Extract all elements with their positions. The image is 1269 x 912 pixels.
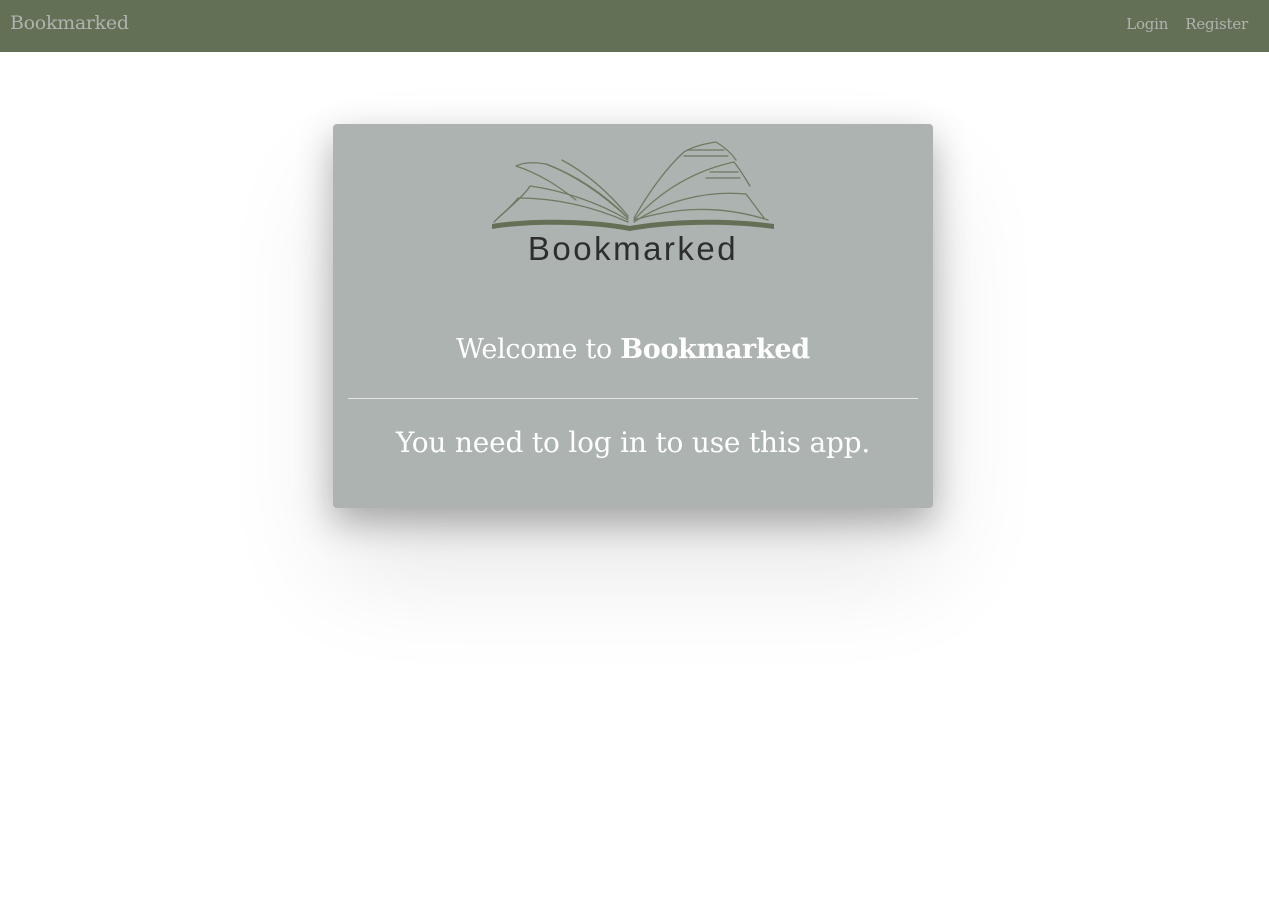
logo-wordmark: Bookmarked: [528, 230, 738, 267]
top-navbar: Bookmarked Login Register: [0, 0, 1269, 52]
login-link[interactable]: Login: [1126, 15, 1168, 33]
welcome-heading: Welcome to Bookmarked: [333, 334, 933, 365]
welcome-prefix: Welcome to: [456, 334, 621, 365]
navbar-links: Login Register: [1126, 15, 1248, 33]
welcome-brand: Bookmarked: [620, 334, 810, 365]
bookmarked-logo: Bookmarked: [488, 138, 778, 268]
register-link[interactable]: Register: [1185, 15, 1248, 33]
card-divider: [348, 398, 918, 399]
login-required-message: You need to log in to use this app.: [395, 426, 871, 459]
open-book-icon: Bookmarked: [492, 141, 774, 267]
navbar-brand[interactable]: Bookmarked: [10, 12, 129, 34]
welcome-card: Bookmarked Welcome to Bookmarked You nee…: [333, 124, 933, 508]
